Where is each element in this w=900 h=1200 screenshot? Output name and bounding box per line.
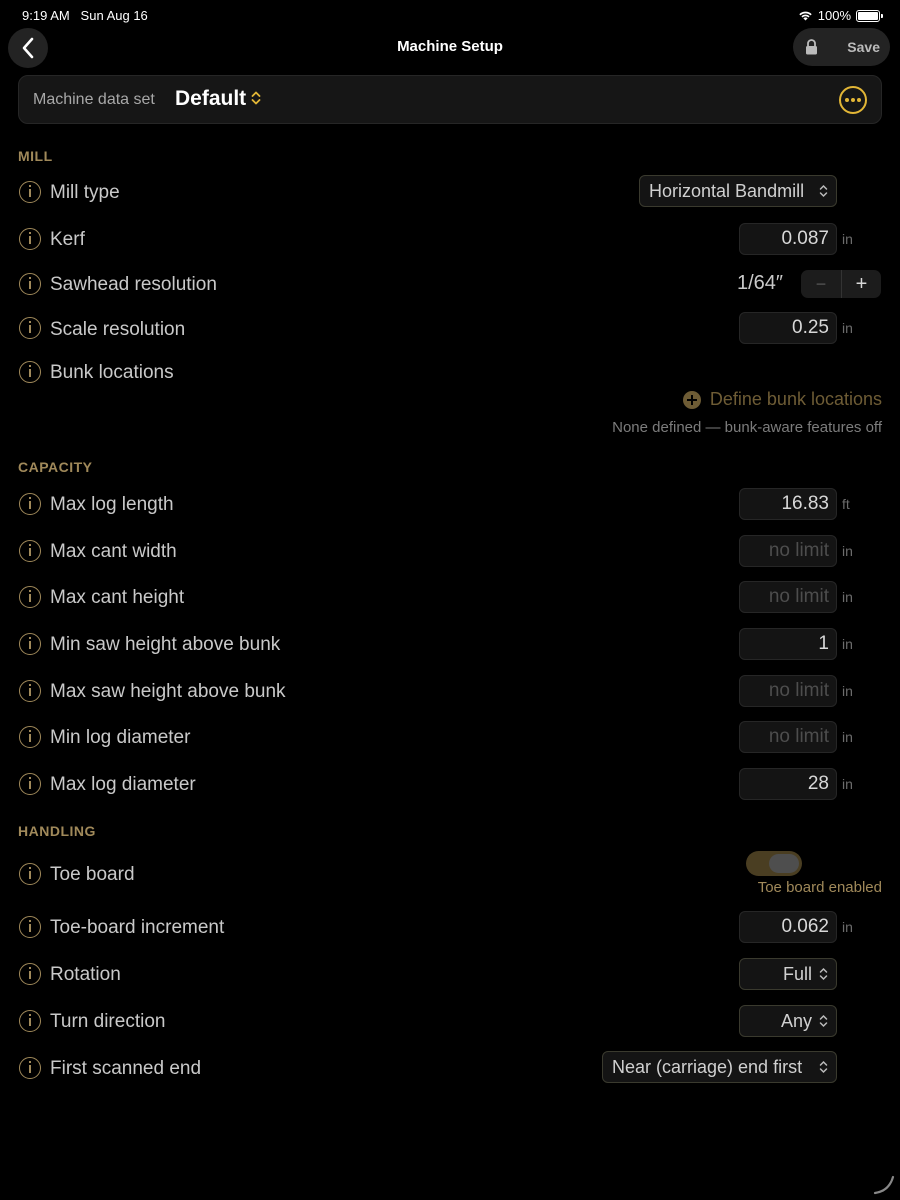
max-log-diameter-label: Max log diameter: [50, 774, 196, 795]
toe-board-increment-unit: in: [842, 919, 853, 935]
bunk-locations-note: None defined — bunk-aware features off: [612, 419, 882, 436]
save-label: Save: [847, 39, 880, 55]
chevron-updown-icon: [819, 184, 828, 198]
resize-handle-icon[interactable]: [873, 1173, 895, 1195]
chevron-updown-icon: [819, 967, 828, 981]
toggle-knob: [769, 854, 799, 873]
mill-type-value: Horizontal Bandmill: [649, 181, 805, 201]
turn-direction-label: Turn direction: [50, 1011, 166, 1032]
rotation-label: Rotation: [50, 964, 121, 985]
define-bunk-locations-label: Define bunk locations: [709, 389, 882, 409]
max-cant-width-label: Max cant width: [50, 541, 177, 562]
chevron-updown-icon: [251, 91, 261, 105]
info-icon[interactable]: [19, 586, 41, 608]
status-date: Sun Aug 16: [80, 8, 148, 23]
info-icon[interactable]: [19, 863, 41, 885]
max-cant-height-label: Max cant height: [50, 587, 185, 608]
info-icon[interactable]: [19, 1057, 41, 1079]
max-saw-height-field[interactable]: no limit: [739, 675, 837, 707]
max-cant-height-field[interactable]: no limit: [739, 581, 837, 613]
turn-direction-picker[interactable]: Any: [739, 1005, 837, 1037]
info-icon[interactable]: [19, 361, 41, 383]
toe-board-toggle[interactable]: [746, 851, 802, 876]
max-cant-height-unit: in: [842, 589, 853, 605]
status-time-text: 9:19 AM: [22, 8, 70, 23]
info-icon[interactable]: [19, 633, 41, 655]
max-log-diameter-field[interactable]: 28: [739, 768, 837, 800]
battery-percent: 100%: [817, 8, 851, 23]
chevron-updown-icon: [819, 1014, 828, 1028]
max-log-length-unit: ft: [842, 496, 850, 512]
max-log-length-field[interactable]: 16.83: [739, 488, 837, 520]
status-bar: 9:19 AM Sun Aug 16 100%: [0, 0, 900, 30]
dataset-value[interactable]: Default: [175, 87, 246, 111]
rotation-value: Full: [782, 964, 812, 984]
section-mill: MILL: [18, 148, 53, 164]
first-scanned-end-label: First scanned end: [50, 1058, 202, 1079]
battery-fill: [858, 11, 878, 20]
bunk-locations-label: Bunk locations: [50, 362, 174, 383]
toe-board-note: Toe board enabled: [757, 879, 882, 896]
info-icon[interactable]: [19, 773, 41, 795]
chevron-updown-icon: [819, 1060, 828, 1074]
info-icon[interactable]: [19, 1010, 41, 1032]
info-icon[interactable]: [19, 726, 41, 748]
info-icon[interactable]: [19, 317, 41, 339]
scale-resolution-unit: in: [842, 320, 853, 336]
rotation-picker[interactable]: Full: [739, 958, 837, 990]
lock-icon: [806, 39, 817, 55]
sawhead-resolution-value: 1/64″: [737, 272, 784, 294]
section-capacity: CAPACITY: [18, 459, 93, 475]
increment-button[interactable]: +: [841, 270, 881, 298]
max-log-length-label: Max log length: [50, 494, 174, 515]
scale-resolution-field[interactable]: 0.25: [739, 312, 837, 344]
info-icon[interactable]: [19, 273, 41, 295]
toe-board-label: Toe board: [50, 864, 135, 885]
max-cant-width-unit: in: [842, 543, 853, 559]
decrement-button[interactable]: −: [801, 270, 841, 298]
max-log-diameter-unit: in: [842, 776, 853, 792]
battery-icon: [856, 9, 883, 22]
info-icon[interactable]: [19, 916, 41, 938]
info-icon[interactable]: [19, 540, 41, 562]
status-right: 100%: [798, 8, 883, 23]
info-icon[interactable]: [19, 963, 41, 985]
sawhead-resolution-stepper[interactable]: − +: [801, 270, 881, 298]
max-cant-width-field[interactable]: no limit: [739, 535, 837, 567]
min-saw-height-unit: in: [842, 636, 853, 652]
toe-board-increment-label: Toe-board increment: [50, 917, 225, 938]
min-log-diameter-field[interactable]: no limit: [739, 721, 837, 753]
kerf-field[interactable]: 0.087: [739, 223, 837, 255]
kerf-label: Kerf: [50, 229, 85, 250]
min-saw-height-label: Min saw height above bunk: [50, 634, 281, 655]
more-options-icon[interactable]: [839, 86, 867, 114]
first-scanned-end-value: Near (carriage) end first: [612, 1057, 803, 1077]
wifi-icon: [799, 11, 812, 21]
min-log-diameter-label: Min log diameter: [50, 727, 191, 748]
scale-resolution-label: Scale resolution: [50, 319, 186, 340]
min-log-diameter-unit: in: [842, 729, 853, 745]
define-bunk-locations-button[interactable]: Define bunk locations: [682, 389, 882, 410]
min-saw-height-field[interactable]: 1: [739, 628, 837, 660]
mill-type-picker[interactable]: Horizontal Bandmill: [639, 175, 837, 207]
section-handling: HANDLING: [18, 823, 96, 839]
mill-type-label: Mill type: [50, 182, 120, 203]
kerf-unit: in: [842, 231, 853, 247]
max-saw-height-label: Max saw height above bunk: [50, 681, 286, 702]
info-icon[interactable]: [19, 493, 41, 515]
max-saw-height-unit: in: [842, 683, 853, 699]
plus-circle-icon: [682, 390, 701, 409]
dataset-label: Machine data set: [33, 91, 155, 108]
dataset-selector[interactable]: Machine data set Default: [18, 75, 882, 124]
toe-board-increment-field[interactable]: 0.062: [739, 911, 837, 943]
turn-direction-value: Any: [780, 1011, 812, 1031]
status-time: 9:19 AM Sun Aug 16: [22, 8, 148, 23]
save-button[interactable]: Save: [793, 28, 890, 66]
sawhead-resolution-label: Sawhead resolution: [50, 274, 217, 295]
info-icon[interactable]: [19, 680, 41, 702]
info-icon[interactable]: [19, 228, 41, 250]
first-scanned-end-picker[interactable]: Near (carriage) end first: [602, 1051, 837, 1083]
info-icon[interactable]: [19, 181, 41, 203]
page-title: Machine Setup: [397, 38, 503, 55]
